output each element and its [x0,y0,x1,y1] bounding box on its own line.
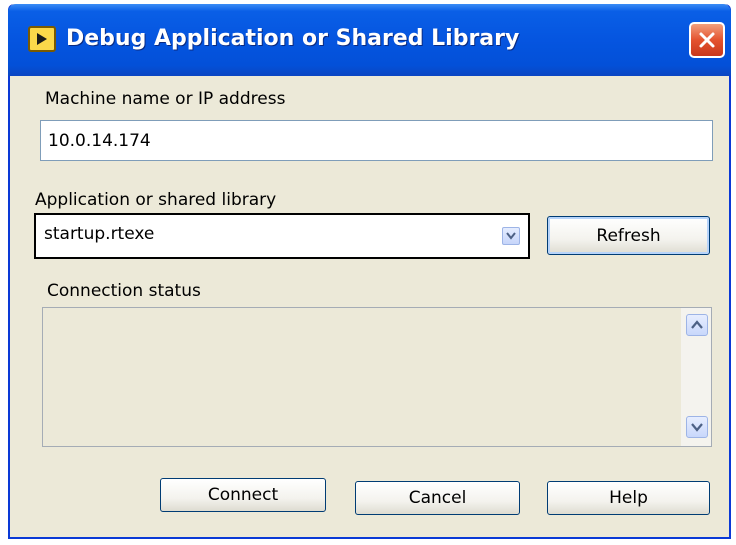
labview-run-icon [28,26,56,52]
title-bar[interactable]: Debug Application or Shared Library [8,4,731,76]
scroll-up-button[interactable] [686,314,708,336]
chevron-up-icon [691,320,703,329]
window-title: Debug Application or Shared Library [66,26,520,51]
connect-button[interactable]: Connect [160,478,326,512]
scroll-down-button[interactable] [686,416,708,438]
status-scrollbar[interactable] [681,308,711,446]
connection-status-label: Connection status [47,281,201,301]
application-dropdown[interactable]: startup.rtexe [34,213,530,259]
application-selected: startup.rtexe [44,224,155,244]
refresh-button[interactable]: Refresh [547,216,710,255]
debug-dialog: Debug Application or Shared Library [8,4,731,539]
connection-status-box [42,307,712,447]
help-button[interactable]: Help [547,481,710,515]
chevron-down-icon [691,423,703,432]
close-icon [699,32,715,48]
machine-label: Machine name or IP address [45,89,286,109]
dropdown-arrow-icon[interactable] [502,227,520,245]
application-label: Application or shared library [35,190,277,210]
machine-input[interactable]: 10.0.14.174 [40,120,713,161]
close-button[interactable] [689,22,725,58]
cancel-button[interactable]: Cancel [355,481,520,515]
